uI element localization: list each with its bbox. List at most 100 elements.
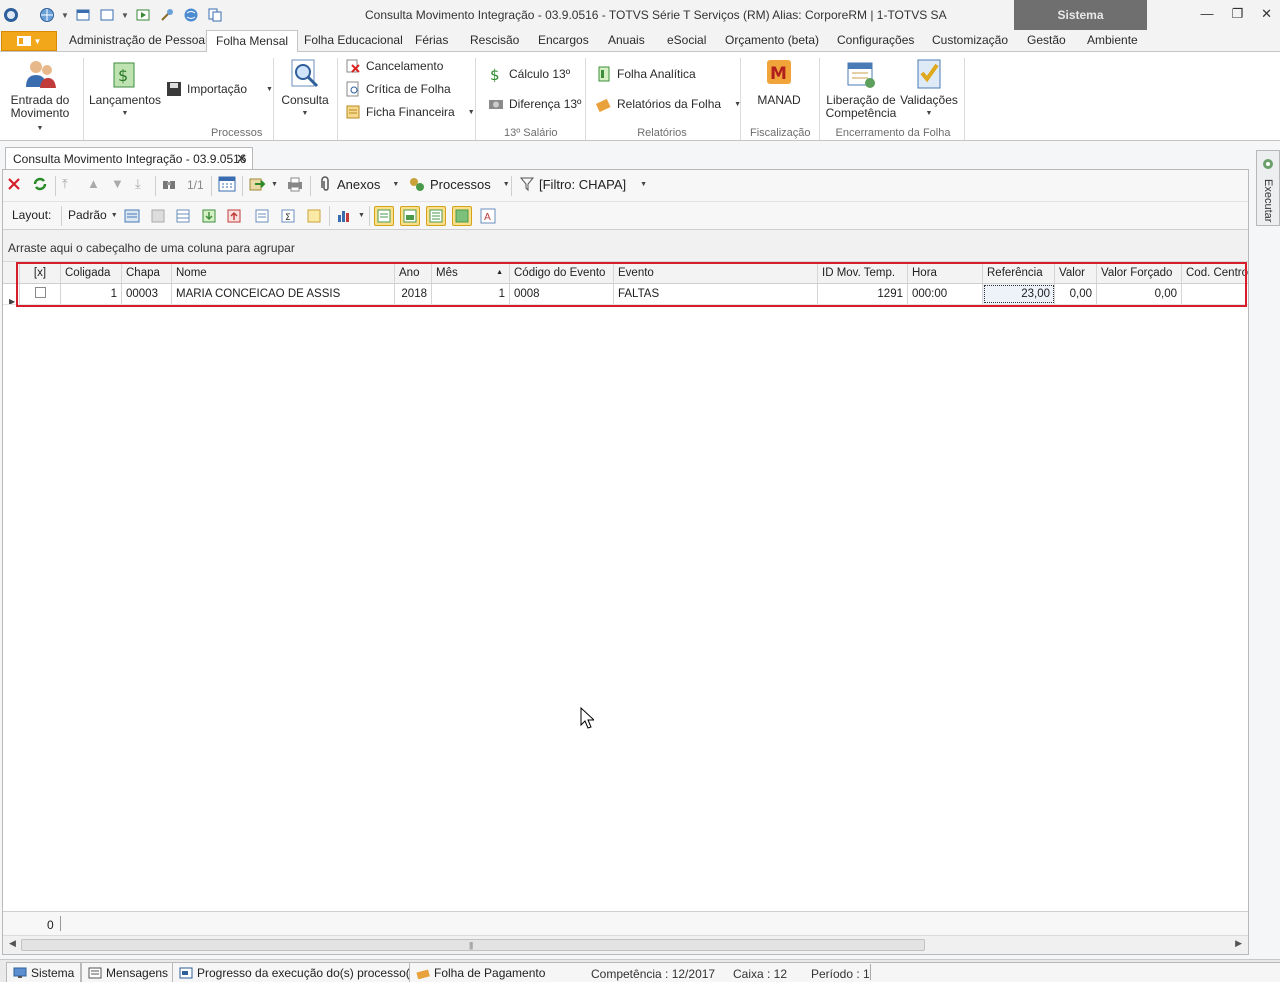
- cell-evento[interactable]: FALTAS: [614, 284, 818, 304]
- find-icon[interactable]: [161, 176, 177, 192]
- delete-layout-icon[interactable]: [148, 206, 168, 226]
- close-tab-icon[interactable]: ✕: [236, 151, 247, 167]
- highlight-icon[interactable]: [304, 206, 324, 226]
- status-mensagens-button[interactable]: Mensagens: [81, 962, 176, 982]
- tab-folha-mensal[interactable]: Folha Mensal: [206, 30, 299, 53]
- scroll-right-icon[interactable]: ▶: [1235, 938, 1242, 949]
- column-header-hora[interactable]: Hora: [908, 262, 983, 283]
- column-header-codigo-evento[interactable]: Código do Evento: [510, 262, 614, 283]
- column-header-chapa[interactable]: Chapa: [122, 262, 172, 283]
- cell-cod-centro[interactable]: [1182, 284, 1248, 304]
- cell-valor-forcado[interactable]: 0,00: [1097, 284, 1182, 304]
- refresh-icon[interactable]: [32, 176, 48, 192]
- app-orb-icon[interactable]: [0, 4, 22, 26]
- tab-configuracoes[interactable]: Configurações: [837, 33, 914, 47]
- import-layout-icon[interactable]: [199, 206, 219, 226]
- cell-chapa[interactable]: 00003: [122, 284, 172, 304]
- last-record-icon[interactable]: ⤓: [135, 176, 141, 192]
- columns-icon[interactable]: [252, 206, 272, 226]
- layout-select[interactable]: Padrão ▼: [68, 208, 118, 222]
- liberacao-competencia-button[interactable]: Liberação de Competência: [826, 57, 896, 120]
- column-header-ano[interactable]: Ano: [395, 262, 432, 283]
- document-tab[interactable]: Consulta Movimento Integração - 03.9.051…: [5, 147, 253, 169]
- window-icon[interactable]: [72, 4, 94, 26]
- entrada-movimento-button[interactable]: Entrada do Movimento ▼: [8, 57, 72, 135]
- column-header-evento[interactable]: Evento: [614, 262, 818, 283]
- group-by-area[interactable]: Arraste aqui o cabeçalho de uma coluna p…: [3, 230, 1248, 262]
- tab-customizacao[interactable]: Customização: [932, 33, 1008, 47]
- column-header-valor[interactable]: Valor: [1055, 262, 1097, 283]
- lancamentos-button[interactable]: $ Lançamentos ▼: [89, 57, 161, 120]
- cell-nome[interactable]: MARIA CONCEICAO DE ASSIS: [172, 284, 395, 304]
- view-mode-3-icon[interactable]: [426, 206, 446, 226]
- anexos-button[interactable]: Anexos ▼: [317, 176, 399, 192]
- tab-ambiente[interactable]: Ambiente: [1087, 33, 1138, 47]
- column-header-coligada[interactable]: Coligada: [61, 262, 122, 283]
- export-button[interactable]: ▼: [249, 176, 278, 192]
- diferenca-13-button[interactable]: Diferença 13º: [488, 96, 581, 112]
- column-header-valor-forcado[interactable]: Valor Forçado: [1097, 262, 1182, 283]
- calendar-grid-icon[interactable]: [218, 176, 236, 192]
- consulta-button[interactable]: Consulta ▼: [278, 57, 332, 120]
- cell-valor[interactable]: 0,00: [1055, 284, 1097, 304]
- tab-esocial[interactable]: eSocial: [667, 33, 706, 47]
- delete-icon[interactable]: [6, 176, 22, 192]
- tab-administracao[interactable]: Administração de Pessoal: [69, 33, 208, 47]
- row-checkbox[interactable]: [34, 287, 46, 299]
- row-checkbox-cell[interactable]: [20, 284, 61, 304]
- cell-mes[interactable]: 1: [432, 284, 510, 304]
- cell-referencia[interactable]: 23,00: [983, 284, 1055, 304]
- filtro-button[interactable]: [Filtro: CHAPA] ▼: [519, 176, 647, 192]
- critica-folha-button[interactable]: Crítica de Folha: [345, 81, 451, 97]
- sum-icon[interactable]: Σ: [278, 206, 298, 226]
- column-header-referencia[interactable]: Referência: [983, 262, 1055, 283]
- status-progresso-button[interactable]: Progresso da execução do(s) processo(s): [172, 962, 427, 982]
- column-header-nome[interactable]: Nome: [172, 262, 395, 283]
- close-icon[interactable]: ✕: [1261, 6, 1272, 22]
- tab-anuais[interactable]: Anuais: [608, 33, 645, 47]
- column-header-mes[interactable]: Mês ▲: [432, 262, 510, 283]
- tab-ferias[interactable]: Férias: [415, 33, 448, 47]
- world-icon[interactable]: [180, 4, 202, 26]
- next-record-icon[interactable]: ▼: [111, 176, 124, 191]
- cell-id-mov-temp[interactable]: 1291: [818, 284, 908, 304]
- horizontal-scrollbar[interactable]: ◀ ||| ▶: [3, 935, 1248, 954]
- font-icon[interactable]: A: [478, 206, 498, 226]
- save-layout-icon[interactable]: [122, 206, 142, 226]
- status-sistema-button[interactable]: Sistema: [6, 962, 82, 982]
- cell-ano[interactable]: 2018: [395, 284, 432, 304]
- cancelamento-button[interactable]: Cancelamento: [345, 58, 443, 74]
- view-mode-2-icon[interactable]: [400, 206, 420, 226]
- tab-folha-educacional[interactable]: Folha Educacional: [304, 33, 403, 47]
- scroll-left-icon[interactable]: ◀: [9, 938, 16, 949]
- run-icon[interactable]: [132, 4, 154, 26]
- manad-button[interactable]: M MANAD: [752, 57, 806, 107]
- first-record-icon[interactable]: ⤒: [62, 176, 68, 192]
- cell-codigo-evento[interactable]: 0008: [510, 284, 614, 304]
- table-row[interactable]: ▶ 1 00003 MARIA CONCEICAO DE ASSIS 2018 …: [3, 284, 1248, 305]
- processos-button[interactable]: Processos ▼: [408, 176, 510, 192]
- ficha-financeira-button[interactable]: Ficha Financeira ▼: [345, 104, 475, 120]
- globe-icon[interactable]: [36, 4, 58, 26]
- tab-rescisao[interactable]: Rescisão: [470, 33, 519, 47]
- folha-analitica-button[interactable]: Folha Analítica: [596, 66, 696, 82]
- column-header-id-mov-temp[interactable]: ID Mov. Temp.: [818, 262, 908, 283]
- importacao-button[interactable]: Importação ▼: [166, 81, 273, 97]
- chevron-down-icon[interactable]: ▼: [60, 11, 70, 20]
- restore-icon[interactable]: ❐: [1231, 6, 1243, 22]
- minimize-icon[interactable]: —: [1200, 6, 1213, 22]
- copy-icon[interactable]: [204, 4, 226, 26]
- chart-button[interactable]: ▼: [336, 207, 365, 223]
- sistema-context-tab[interactable]: Sistema: [1014, 0, 1147, 30]
- print-icon[interactable]: [286, 176, 304, 192]
- chevron-down-icon[interactable]: ▼: [120, 11, 130, 20]
- tab-encargos[interactable]: Encargos: [538, 33, 589, 47]
- cell-hora[interactable]: 000:00: [908, 284, 983, 304]
- column-header-select[interactable]: [x]: [20, 262, 61, 283]
- executar-side-panel[interactable]: Executar: [1256, 150, 1280, 226]
- relatorios-folha-button[interactable]: Relatórios da Folha ▼: [596, 96, 741, 112]
- validacoes-button[interactable]: Validações ▼: [900, 57, 958, 120]
- grid-layout-icon[interactable]: [173, 206, 193, 226]
- app-menu-button[interactable]: ▼: [1, 31, 57, 51]
- view-mode-4-icon[interactable]: [452, 206, 472, 226]
